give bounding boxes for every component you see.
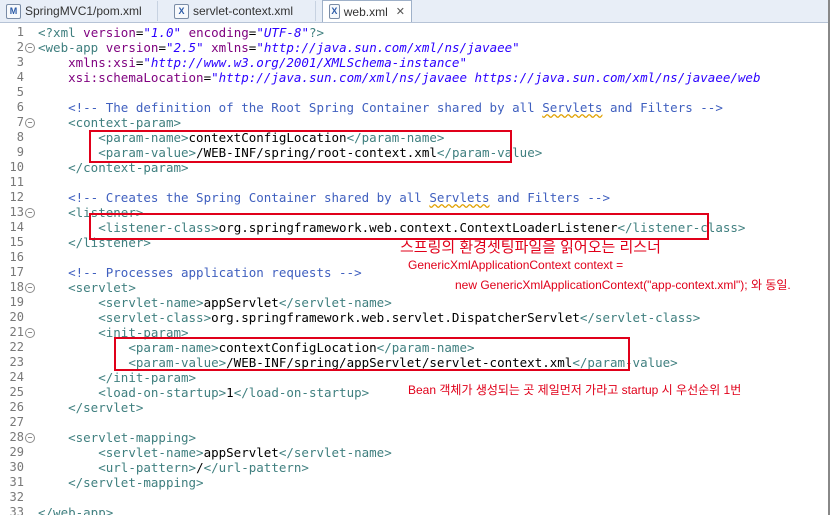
line-number: 17 [9,265,24,279]
context-annotation-line2: new GenericXmlApplicationContext("app-co… [455,278,791,292]
line-number: 7 [16,115,24,129]
fold-toggle-icon[interactable]: − [25,208,35,218]
code-line[interactable]: <servlet-name>appServlet</servlet-name> [38,445,392,460]
line-number: 28 [9,430,24,444]
line-number: 2 [16,40,24,54]
line-number: 23 [9,355,24,369]
code-line[interactable]: <context-param> [38,115,181,130]
code-editor[interactable]: 1 2−3 4 5 6 7−8 9 10 11 12 13−14 15 16 17 18−19 20 21−22… [0,23,830,515]
code-line[interactable]: <!-- The definition of the Root Spring C… [38,100,723,115]
line-number: 14 [9,220,24,234]
line-number: 18 [9,280,24,294]
code-line[interactable]: </servlet-mapping> [38,475,203,490]
line-number: 25 [9,385,24,399]
line-number: 19 [9,295,24,309]
highlight-context-param-box [89,130,512,163]
code-line[interactable]: <!-- Creates the Spring Container shared… [38,190,610,205]
line-number: 12 [9,190,24,204]
fold-toggle-icon[interactable]: − [25,328,35,338]
line-number: 3 [16,55,24,69]
xml-file-icon: X [329,4,340,19]
line-number: 20 [9,310,24,324]
code-line[interactable]: <servlet-mapping> [38,430,196,445]
code-line[interactable]: <url-pattern>/</url-pattern> [38,460,309,475]
line-number: 30 [9,460,24,474]
line-number: 24 [9,370,24,384]
maven-pom-icon: M [6,3,21,19]
tab-label: web.xml [343,4,388,19]
highlight-init-param-box [114,337,630,371]
code-line[interactable]: xsi:schemaLocation="http://java.sun.com/… [38,70,760,85]
code-line[interactable]: <?xml version="1.0" encoding="UTF-8"?> [38,25,324,40]
code-line[interactable]: xmlns:xsi="http://www.w3.org/2001/XMLSch… [38,55,467,70]
tab-label: servlet-context.xml [193,4,294,18]
code-line[interactable]: <!-- Processes application requests --> [38,265,362,280]
code-line[interactable]: <servlet-name>appServlet</servlet-name> [38,295,392,310]
line-number: 1 [16,25,24,39]
line-number: 8 [16,130,24,144]
code-line[interactable]: <load-on-startup>1</load-on-startup> [38,385,369,400]
line-number-gutter: 1 2−3 4 5 6 7−8 9 10 11 12 13−14 15 16 17 18−19 20 21−22… [0,23,36,515]
code-line[interactable]: </servlet> [38,400,143,415]
line-number: 11 [9,175,24,189]
line-number: 21 [9,325,24,339]
line-number: 29 [9,445,24,459]
code-line[interactable]: <servlet> [38,280,136,295]
line-number: 33 [9,505,24,515]
line-number: 32 [9,490,24,504]
editor-tab-bar: M SpringMVC1/pom.xml X servlet-context.x… [0,0,830,23]
line-number: 31 [9,475,24,489]
bean-annotation: Bean 객체가 생성되는 곳 제일먼저 가라고 startup 시 우선순위 … [408,383,742,397]
code-line[interactable]: <servlet-class>org.springframework.web.s… [38,310,700,325]
code-line[interactable]: <web-app version="2.5" xmlns="http://jav… [38,40,520,55]
code-line[interactable]: </web-app> [38,505,113,515]
line-number: 27 [9,415,24,429]
line-number: 10 [9,160,24,174]
line-number: 4 [16,70,24,84]
listener-annotation: 스프링의 환경셋팅파일을 읽어오는 리스너 [400,239,661,256]
line-number: 13 [9,205,24,219]
close-icon[interactable]: ✕ [396,5,405,18]
tab-web-xml[interactable]: X web.xml ✕ [322,0,412,22]
fold-toggle-icon[interactable]: − [25,43,35,53]
line-number: 9 [16,145,24,159]
tab-label: SpringMVC1/pom.xml [25,4,142,18]
line-number: 16 [9,250,24,264]
line-number: 15 [9,235,24,249]
tab-pom-xml[interactable]: M SpringMVC1/pom.xml [0,1,158,21]
tab-servlet-context-xml[interactable]: X servlet-context.xml [168,1,316,21]
fold-toggle-icon[interactable]: − [25,283,35,293]
xml-file-icon: X [174,3,189,19]
line-number: 26 [9,400,24,414]
fold-toggle-icon[interactable]: − [25,118,35,128]
line-number: 22 [9,340,24,354]
line-number: 5 [16,85,24,99]
line-number: 6 [16,100,24,114]
context-annotation-line1: GenericXmlApplicationContext context = [408,258,624,272]
code-line[interactable]: </init-param> [38,370,196,385]
fold-toggle-icon[interactable]: − [25,433,35,443]
